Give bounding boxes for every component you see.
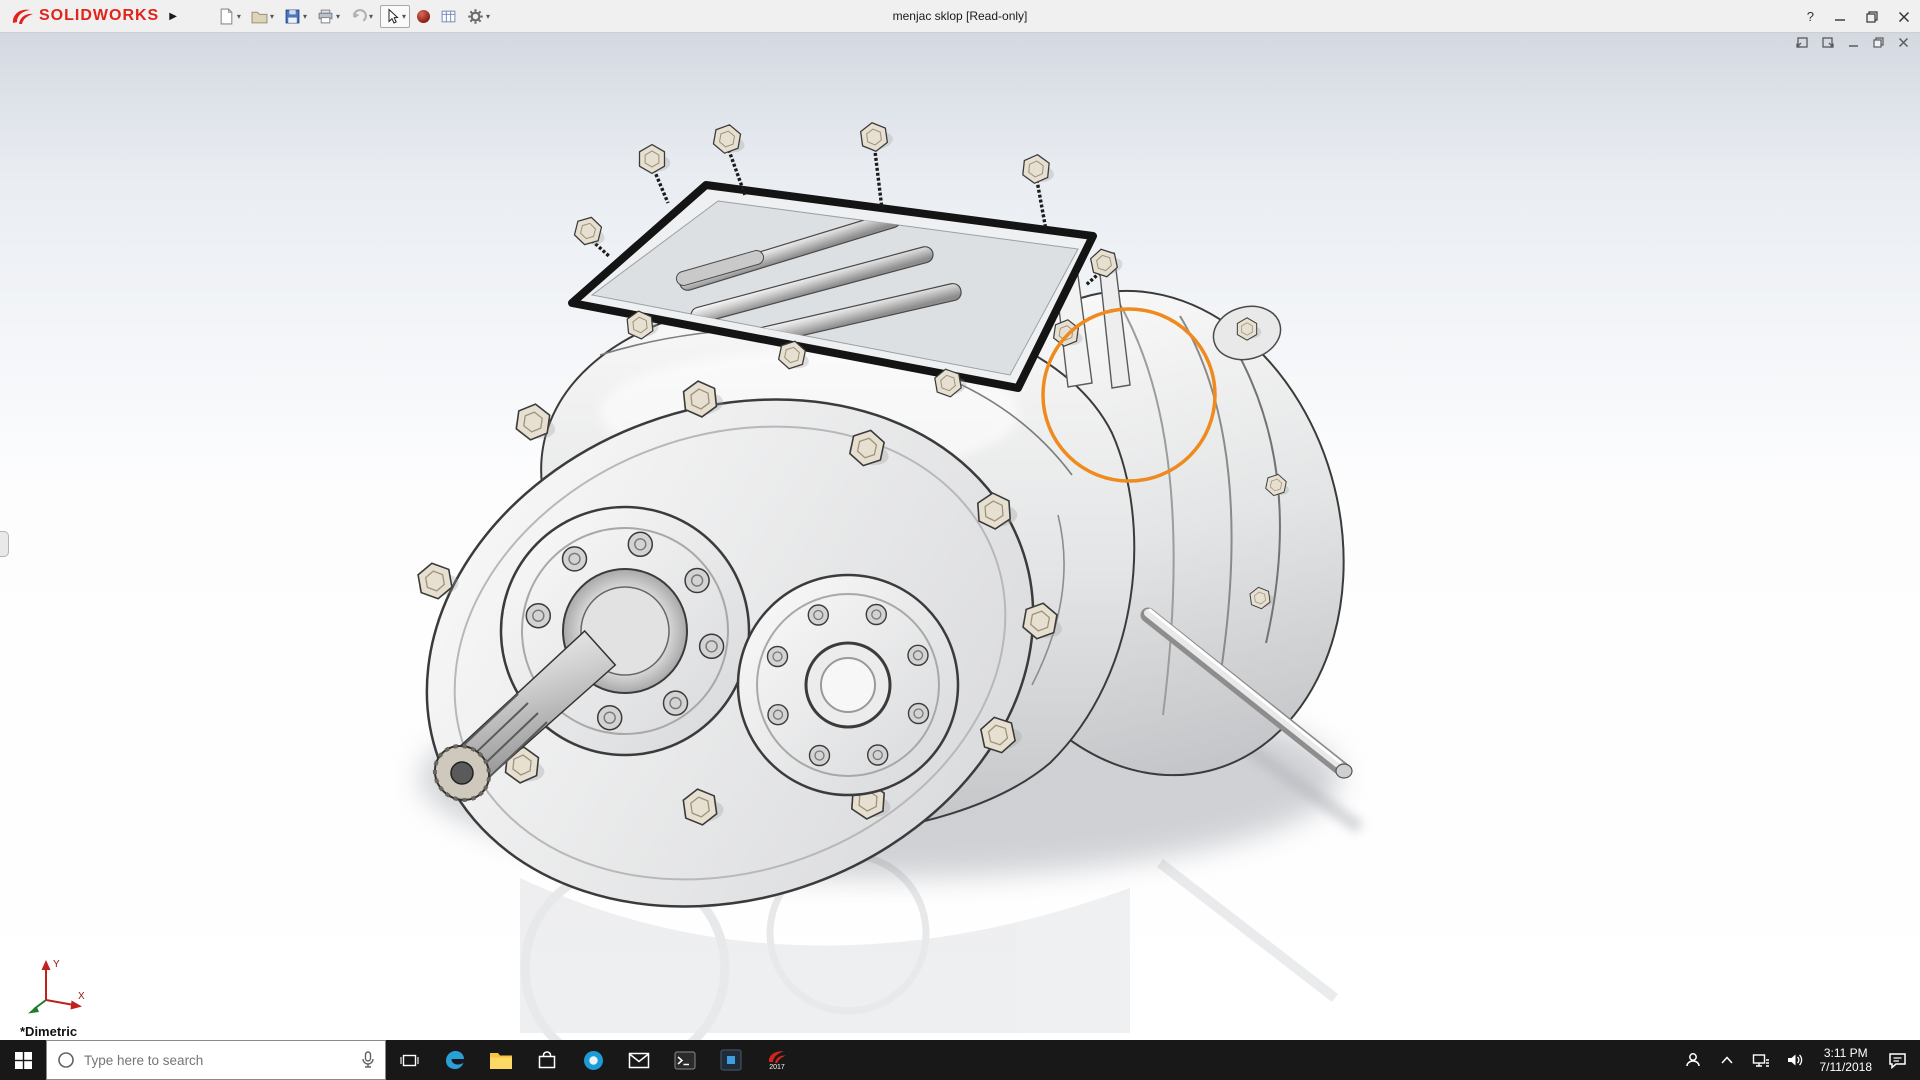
dropdown-caret-icon[interactable]: ▾: [270, 12, 274, 21]
maximize-button[interactable]: [1866, 11, 1878, 23]
edge-icon: [443, 1048, 467, 1072]
solidworks-logo: SOLIDWORKS: [0, 6, 159, 26]
dropdown-caret-icon[interactable]: ▾: [369, 12, 373, 21]
document-window-controls: [1795, 36, 1910, 49]
print-icon: [317, 8, 334, 25]
taskbar: 2017: [0, 1040, 1920, 1080]
panel-flyout-tab[interactable]: [0, 531, 9, 557]
triad-y-label: Y: [53, 959, 60, 970]
cortana-icon: [57, 1051, 75, 1069]
brand-name: SOLIDWORKS: [39, 7, 159, 25]
network-button[interactable]: [1744, 1053, 1778, 1068]
titlebar: SOLIDWORKS ▶ ▾ ▾ ▾: [0, 0, 1920, 33]
tray-overflow-button[interactable]: [1710, 1056, 1744, 1064]
print-button[interactable]: ▾: [314, 6, 343, 27]
action-center-button[interactable]: [1880, 1052, 1914, 1069]
view-orientation-label: *Dimetric: [20, 1024, 77, 1039]
close-button[interactable]: [1898, 11, 1910, 23]
mail-button[interactable]: [616, 1040, 662, 1080]
window-restore-previous-button[interactable]: [1795, 36, 1809, 49]
dropdown-caret-icon[interactable]: ▾: [303, 12, 307, 21]
document-minimize-button[interactable]: [1847, 36, 1860, 49]
model-flange-output: [738, 575, 958, 795]
solidworks-logo-icon: [10, 6, 34, 26]
store-bag-icon: [536, 1049, 558, 1071]
appearance-sphere-icon: [417, 10, 430, 23]
taskbar-search[interactable]: [46, 1040, 386, 1080]
undo-button[interactable]: ▾: [347, 6, 376, 27]
browser-app-button[interactable]: [570, 1040, 616, 1080]
solidworks-app-icon: [767, 1049, 787, 1064]
select-arrow-icon: [384, 8, 400, 25]
mail-icon: [628, 1052, 650, 1069]
document-close-button[interactable]: [1897, 36, 1910, 49]
dropdown-caret-icon[interactable]: ▾: [486, 12, 490, 21]
design-table-button[interactable]: [437, 6, 460, 27]
command-prompt-button[interactable]: [662, 1040, 708, 1080]
file-explorer-icon: [489, 1050, 513, 1070]
windows-logo-icon: [15, 1052, 32, 1069]
save-icon: [284, 8, 301, 25]
options-gear-icon: [467, 8, 484, 25]
new-document-icon: [218, 8, 235, 25]
system-tray: 3:11 PM 7/11/2018: [1676, 1040, 1920, 1080]
select-tool-button[interactable]: ▾: [380, 5, 410, 28]
viewport-3d-model[interactable]: [0, 33, 1920, 1040]
save-button[interactable]: ▾: [281, 6, 310, 27]
file-explorer-button[interactable]: [478, 1040, 524, 1080]
open-button[interactable]: ▾: [248, 6, 277, 27]
command-prompt-icon: [674, 1051, 696, 1070]
dropdown-caret-icon[interactable]: ▾: [336, 12, 340, 21]
search-input[interactable]: [84, 1053, 352, 1068]
task-view-button[interactable]: [386, 1040, 432, 1080]
network-icon: [1752, 1053, 1770, 1068]
browser-circle-icon: [582, 1049, 605, 1072]
document-restore-button[interactable]: [1872, 36, 1885, 49]
solidworks-version-badge: 2017: [769, 1064, 785, 1072]
quick-access-toolbar: ▾ ▾ ▾ ▾: [215, 5, 493, 28]
options-button[interactable]: ▾: [464, 6, 493, 27]
open-icon: [251, 8, 268, 25]
minimize-button[interactable]: [1834, 11, 1846, 23]
screen: SOLIDWORKS ▶ ▾ ▾ ▾: [0, 0, 1920, 1080]
action-center-icon: [1888, 1052, 1907, 1069]
window-controls: ?: [1807, 0, 1910, 33]
people-icon: [1684, 1051, 1702, 1069]
orientation-triad[interactable]: Y X: [22, 954, 92, 1016]
volume-icon: [1786, 1052, 1804, 1068]
task-view-icon: [400, 1052, 419, 1069]
triad-x-label: X: [78, 991, 85, 1002]
people-button[interactable]: [1676, 1051, 1710, 1069]
menu-expand-arrow[interactable]: ▶: [165, 9, 181, 24]
microphone-icon[interactable]: [361, 1051, 375, 1069]
appearance-button[interactable]: [414, 8, 433, 25]
start-button[interactable]: [0, 1040, 46, 1080]
help-button[interactable]: ?: [1807, 9, 1814, 24]
clock-time: 3:11 PM: [1820, 1046, 1873, 1060]
triad-y-arrow: [42, 960, 51, 970]
window-restore-next-button[interactable]: [1821, 36, 1835, 49]
graphics-viewport[interactable]: Y X *Dimetric: [0, 33, 1920, 1040]
new-document-button[interactable]: ▾: [215, 6, 244, 27]
store-button[interactable]: [524, 1040, 570, 1080]
clock-date: 7/11/2018: [1820, 1060, 1873, 1074]
solidworks-app-button[interactable]: 2017: [754, 1040, 800, 1080]
dark-app-icon: [720, 1049, 742, 1071]
dropdown-caret-icon[interactable]: ▾: [237, 12, 241, 21]
undo-icon: [350, 8, 367, 25]
design-table-icon: [440, 8, 457, 25]
dark-app-button[interactable]: [708, 1040, 754, 1080]
chevron-up-icon: [1721, 1056, 1733, 1064]
document-title: menjac sklop [Read-only]: [893, 9, 1028, 23]
edge-browser-button[interactable]: [432, 1040, 478, 1080]
taskbar-clock[interactable]: 3:11 PM 7/11/2018: [1812, 1046, 1881, 1074]
volume-button[interactable]: [1778, 1052, 1812, 1068]
dropdown-caret-icon[interactable]: ▾: [402, 12, 406, 21]
